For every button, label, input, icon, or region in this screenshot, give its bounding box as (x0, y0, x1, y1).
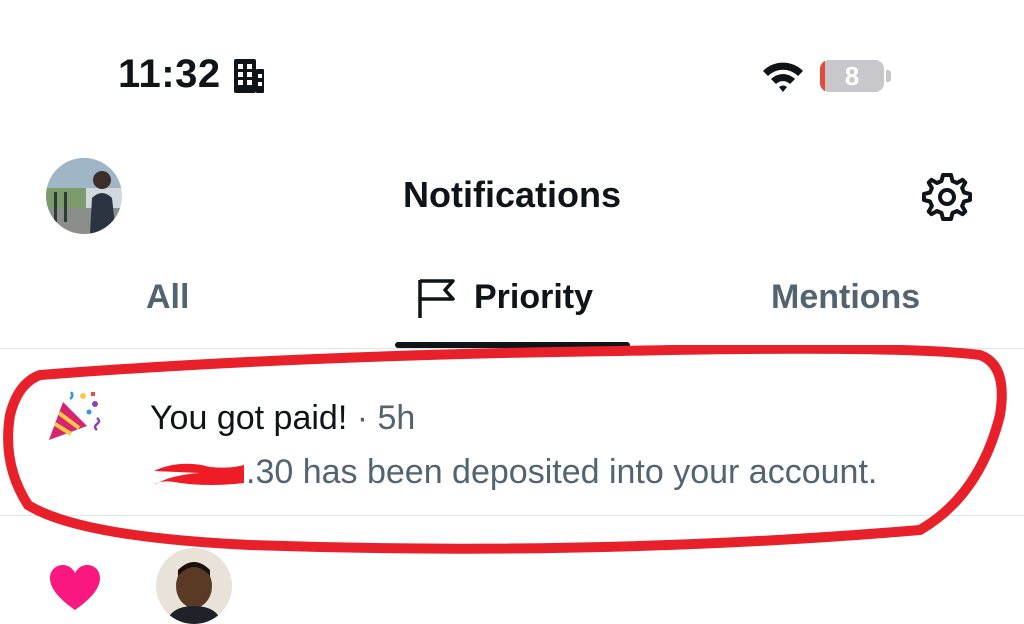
page-title: Notifications (402, 174, 621, 215)
header: Notifications (0, 150, 1024, 240)
gear-icon[interactable] (920, 170, 974, 224)
battery-level: 8 (844, 61, 860, 91)
battery-icon: 8 (820, 60, 891, 92)
tab-priority[interactable]: Priority (474, 278, 593, 317)
wifi-icon (763, 62, 803, 92)
annotation-circle (3, 345, 1007, 554)
status-bar: 11:32 8 (0, 0, 1024, 110)
tab-bar: All Priority Mentions (0, 260, 1024, 350)
heart-icon (50, 565, 100, 610)
tab-mentions[interactable]: Mentions (771, 278, 920, 317)
status-time: 11:32 (118, 52, 221, 96)
notification-item-next[interactable] (0, 540, 1024, 624)
tab-all[interactable]: All (146, 278, 189, 317)
building-icon (234, 59, 264, 93)
flag-icon (418, 279, 455, 318)
